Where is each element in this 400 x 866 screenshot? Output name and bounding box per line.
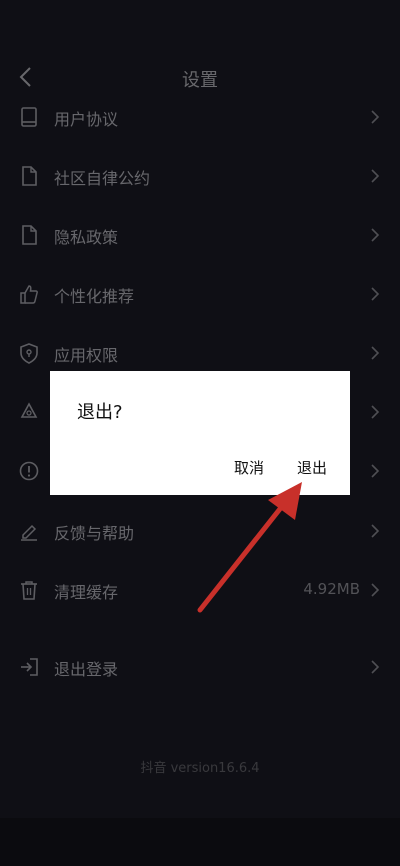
dialog-title: 退出? [77, 402, 123, 423]
logout-confirm-dialog: 退出? 取消 退出 [50, 371, 350, 495]
system-navigation-bar [0, 818, 400, 866]
confirm-logout-button[interactable]: 退出 [297, 457, 327, 478]
cancel-button[interactable]: 取消 [234, 457, 264, 478]
